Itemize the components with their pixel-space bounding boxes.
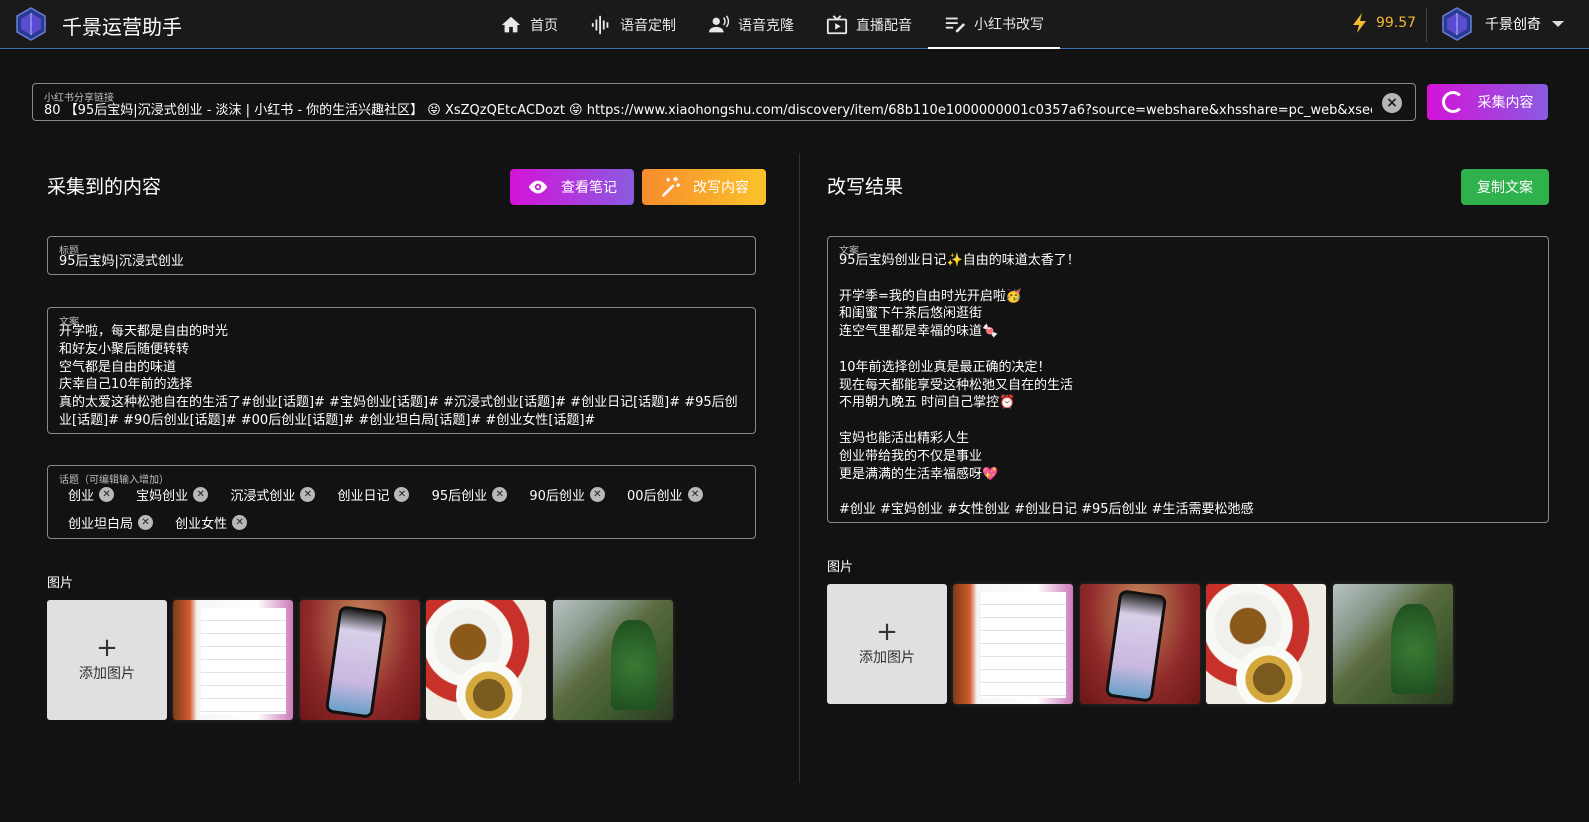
add-image-button[interactable]: + 添加图片	[47, 600, 167, 720]
loading-ring-icon	[1441, 91, 1464, 113]
topic-chip[interactable]: 创业日记 ✕	[337, 484, 410, 504]
home-icon	[501, 16, 521, 32]
image-thumbnail[interactable]	[953, 584, 1073, 704]
close-icon[interactable]: ✕	[99, 486, 115, 502]
lightning-icon	[1353, 13, 1366, 33]
nav-live-dub[interactable]: 直播配音	[810, 0, 928, 49]
nav-live-dub-label: 直播配音	[856, 17, 912, 34]
title-input[interactable]: 95后宝妈|沉浸式创业	[59, 253, 184, 271]
edit-note-icon	[945, 17, 966, 32]
voice-clone-icon	[708, 14, 730, 32]
eye-icon	[528, 180, 548, 194]
topic-chip[interactable]: 创业 ✕	[68, 484, 115, 504]
nav-voice-clone-label: 语音克隆	[738, 17, 794, 34]
topic-chip[interactable]: 95后创业 ✕	[432, 484, 508, 504]
copy-text-button[interactable]: 复制文案	[1461, 169, 1549, 205]
result-copy-field[interactable]: 文案 95后宝妈创业日记✨自由的味道太香了！ 开学季=我的自由时光开启啦🥳 和闺…	[827, 236, 1549, 523]
panel-divider	[799, 153, 800, 783]
topic-chips: 创业 ✕ 宝妈创业 ✕ 沉浸式创业 ✕ 创业日记 ✕ 95后创业 ✕ 90后创业 ✕ 00后…	[59, 484, 749, 540]
add-image-label: 添加图片	[79, 666, 135, 682]
logo-icon	[16, 7, 46, 41]
nav-home-label: 首页	[530, 17, 558, 34]
app-title: 千景运营助手	[62, 15, 182, 39]
collect-button[interactable]: 采集内容	[1427, 84, 1548, 120]
result-copy-textarea[interactable]: 95后宝妈创业日记✨自由的味道太香了！ 开学季=我的自由时光开启啦🥳 和闺蜜下午…	[839, 252, 1539, 519]
right-images-label: 图片	[827, 560, 854, 575]
view-note-button[interactable]: 查看笔记	[510, 169, 634, 205]
topic-chip-label: 95后创业	[431, 488, 488, 504]
image-thumbnail[interactable]	[1333, 584, 1453, 704]
topic-chip-label: 创业	[68, 488, 95, 504]
topic-chip[interactable]: 创业女性 ✕	[175, 512, 248, 532]
chevron-down-icon[interactable]	[1552, 21, 1564, 27]
add-image-label: 添加图片	[859, 650, 915, 666]
result-title: 改写结果	[827, 176, 904, 198]
nav-home[interactable]: 首页	[484, 0, 574, 49]
nav-voice-custom-label: 语音定制	[620, 17, 676, 34]
image-thumbnail[interactable]	[1206, 584, 1326, 704]
avatar[interactable]	[1440, 7, 1474, 41]
topic-chip-label: 宝妈创业	[136, 488, 189, 504]
close-icon[interactable]: ✕	[492, 486, 508, 502]
share-link-input[interactable]: 80 【95后宝妈|沉浸式创业 - 淡沫 | 小红书 - 你的生活兴趣社区】 😝…	[44, 99, 1372, 118]
topic-chip-label: 创业日记	[337, 488, 390, 504]
view-note-label: 查看笔记	[561, 180, 617, 196]
image-thumbnail[interactable]	[426, 600, 546, 720]
close-icon[interactable]: ✕	[193, 486, 209, 502]
left-images-label: 图片	[47, 576, 74, 591]
source-copy-textarea[interactable]: 开学啦，每天都是自由的时光 和好友小聚后随便转转 空气都是自由的味道 庆幸自己1…	[59, 323, 747, 430]
close-icon[interactable]: ✕	[300, 486, 316, 502]
nav-voice-custom[interactable]: 语音定制	[574, 0, 692, 49]
close-icon[interactable]: ✕	[232, 514, 248, 530]
topic-chip[interactable]: 90后创业 ✕	[529, 484, 605, 504]
collected-title: 采集到的内容	[47, 176, 162, 198]
image-thumbnail[interactable]	[553, 600, 673, 720]
credits-balance: 99.57	[1352, 13, 1416, 33]
title-field[interactable]: 标题 95后宝妈|沉浸式创业	[47, 236, 756, 275]
rewrite-label: 改写内容	[693, 180, 749, 196]
main-nav: 首页 语音定制 语音克隆 直播配音 小红书改写	[484, 0, 1060, 49]
collect-button-label: 采集内容	[1477, 95, 1534, 111]
credits-value: 99.57	[1376, 15, 1417, 31]
nav-voice-clone[interactable]: 语音克隆	[692, 0, 810, 49]
topic-chip-label: 创业坦白局	[68, 516, 134, 532]
share-link-field[interactable]: 小红书分享链接 80 【95后宝妈|沉浸式创业 - 淡沫 | 小红书 - 你的生…	[32, 83, 1416, 121]
topic-chip[interactable]: 宝妈创业 ✕	[136, 484, 209, 504]
source-copy-field[interactable]: 文案 开学啦，每天都是自由的时光 和好友小聚后随便转转 空气都是自由的味道 庆幸…	[47, 307, 756, 434]
image-thumbnail[interactable]	[300, 600, 420, 720]
user-name[interactable]: 千景创奇	[1485, 14, 1541, 34]
voice-wave-icon	[591, 15, 609, 34]
image-thumbnail[interactable]	[1080, 584, 1200, 704]
topic-chip-label: 沉浸式创业	[230, 488, 296, 504]
topic-chip[interactable]: 创业坦白局 ✕	[68, 512, 154, 532]
magic-wand-icon	[661, 176, 681, 198]
clear-icon[interactable]: ×	[1382, 93, 1402, 113]
rewrite-button[interactable]: 改写内容	[642, 169, 766, 205]
plus-icon: +	[96, 633, 118, 663]
plus-icon: +	[876, 617, 898, 647]
close-icon[interactable]: ✕	[687, 486, 703, 502]
live-tv-icon	[826, 14, 848, 34]
topic-chip-label: 创业女性	[175, 516, 228, 532]
close-icon[interactable]: ✕	[589, 486, 605, 502]
close-icon[interactable]: ✕	[394, 486, 410, 502]
close-icon[interactable]: ✕	[138, 514, 154, 530]
topics-field[interactable]: 话题（可编辑输入增加） 创业 ✕ 宝妈创业 ✕ 沉浸式创业 ✕ 创业日记 ✕ 95后创业…	[47, 465, 756, 539]
top-bar: 千景运营助手 首页 语音定制 语音克隆 直播配音 小红书改写 99.57 千景创…	[0, 0, 1589, 49]
topic-chip-label: 90后创业	[529, 488, 585, 504]
topic-chip[interactable]: 00后创业 ✕	[627, 484, 703, 504]
add-image-button[interactable]: + 添加图片	[827, 584, 947, 704]
nav-xhs-rewrite[interactable]: 小红书改写	[928, 0, 1060, 49]
image-thumbnail[interactable]	[173, 600, 293, 720]
topic-chip[interactable]: 沉浸式创业 ✕	[230, 484, 316, 504]
header-divider	[1426, 8, 1427, 42]
topic-chip-label: 00后创业	[627, 488, 683, 504]
nav-xhs-rewrite-label: 小红书改写	[974, 16, 1044, 33]
